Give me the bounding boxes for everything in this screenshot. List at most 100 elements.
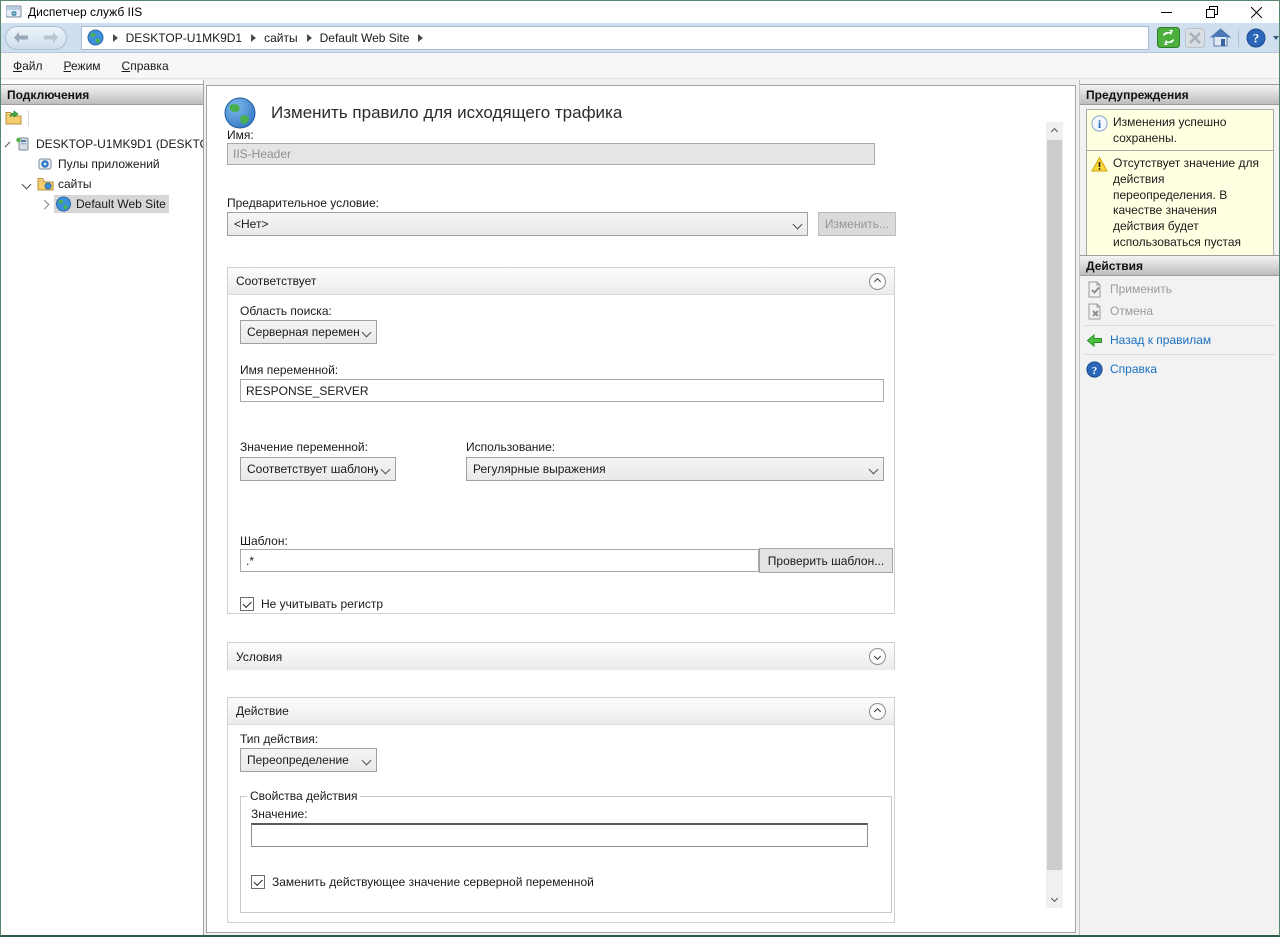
breadcrumb[interactable]: DESKTOP-U1MK9D1 сайты Default Web Site (81, 26, 1149, 50)
close-button[interactable] (1234, 1, 1279, 23)
iis-manager-window: Диспетчер служб IIS (0, 0, 1280, 937)
variable-value-label: Значение переменной: (240, 440, 368, 454)
breadcrumb-arrow[interactable] (251, 34, 256, 42)
variable-name-input[interactable] (240, 379, 884, 402)
scroll-up-button[interactable] (1046, 122, 1063, 138)
action-properties-group: Свойства действия Значение: Заменить дей… (240, 789, 892, 913)
variable-value-select[interactable]: Соответствует шаблону (240, 457, 396, 481)
ignore-case-label: Не учитывать регистр (261, 597, 383, 611)
action-help[interactable]: ? Справка (1080, 359, 1279, 379)
action-label[interactable]: Справка (1110, 362, 1157, 376)
title-bar: Диспетчер служб IIS (1, 1, 1279, 23)
tree-item-label[interactable]: DESKTOP-U1MK9D1 (DESKTOP (36, 137, 203, 151)
scope-select[interactable]: Серверная переменн (240, 320, 377, 344)
conditions-section-header[interactable]: Условия (228, 643, 894, 670)
action-properties-legend: Свойства действия (247, 789, 360, 803)
chevron-up-icon (1051, 128, 1058, 135)
action-type-select[interactable]: Переопределение (240, 748, 377, 772)
tree-item-label[interactable]: Пулы приложений (58, 157, 160, 171)
action-value-input[interactable] (251, 823, 868, 847)
main-content: Изменить правило для исходящего трафика … (206, 85, 1076, 933)
actions-header: Действия (1080, 255, 1279, 276)
action-section-header[interactable]: Действие (228, 698, 894, 725)
save-connections-icon[interactable] (5, 110, 22, 126)
breadcrumb-globe-icon (87, 29, 104, 46)
chevron-down-icon (381, 464, 391, 474)
address-bar: DESKTOP-U1MK9D1 сайты Default Web Site (1, 23, 1279, 53)
chevron-down-icon (793, 219, 803, 229)
page-title: Изменить правило для исходящего трафика (271, 103, 622, 123)
alert-text: Отсутствует значение для действия переоп… (1113, 156, 1269, 267)
forward-nav-icon[interactable] (43, 32, 59, 43)
alert-info: i Изменения успешно сохранены. (1086, 109, 1274, 153)
test-pattern-button[interactable]: Проверить шаблон... (759, 548, 893, 573)
replace-value-row[interactable]: Заменить действующее значение серверной … (251, 875, 594, 889)
using-select[interactable]: Регулярные выражения (466, 457, 884, 481)
warnings-header: Предупреждения (1080, 84, 1279, 105)
expand-button[interactable] (869, 648, 886, 665)
main-scrollbar[interactable] (1046, 122, 1063, 908)
ignore-case-checkbox[interactable] (240, 597, 254, 611)
breadcrumb-sites[interactable]: сайты (264, 31, 298, 45)
breadcrumb-arrow (113, 34, 118, 42)
chevron-down-icon (1051, 895, 1058, 902)
breadcrumb-server[interactable]: DESKTOP-U1MK9D1 (126, 31, 242, 45)
tree-item-sites[interactable]: сайты (1, 174, 203, 194)
collapse-button[interactable] (869, 703, 886, 720)
replace-value-label: Заменить действующее значение серверной … (272, 875, 594, 889)
help-icon: ? (1086, 361, 1103, 378)
breadcrumb-site[interactable]: Default Web Site (320, 31, 410, 45)
menu-view[interactable]: Режим (55, 55, 110, 77)
action-type-label: Тип действия: (240, 732, 318, 746)
restore-button[interactable] (1189, 1, 1234, 23)
replace-value-checkbox[interactable] (251, 875, 265, 889)
nav-buttons (5, 26, 67, 50)
menu-file[interactable]: Файл (4, 55, 52, 77)
right-panel: Предупреждения i Изменения успешно сохра… (1079, 80, 1279, 935)
using-label: Использование: (466, 440, 555, 454)
action-label: Отмена (1110, 304, 1153, 318)
info-icon: i (1091, 115, 1108, 132)
stop-icon (1185, 28, 1205, 48)
chevron-up-icon (874, 707, 881, 714)
menu-help[interactable]: Справка (113, 55, 178, 77)
chevron-up-icon (874, 277, 881, 284)
collapse-button[interactable] (869, 273, 886, 290)
site-globe-icon (55, 196, 72, 212)
edit-precondition-button[interactable]: Изменить... (818, 212, 896, 236)
home-icon[interactable] (1210, 28, 1231, 48)
tree-selection[interactable]: Default Web Site (54, 195, 169, 213)
tree-item-label[interactable]: сайты (58, 177, 92, 191)
variable-name-label: Имя переменной: (240, 363, 338, 377)
tree-item-label[interactable]: Default Web Site (76, 197, 166, 211)
breadcrumb-arrow[interactable] (418, 34, 423, 42)
scrollbar-thumb[interactable] (1047, 140, 1062, 870)
warning-icon (1091, 156, 1108, 173)
expander-icon[interactable] (22, 179, 32, 189)
app-pools-icon (37, 156, 54, 172)
ignore-case-row[interactable]: Не учитывать регистр (240, 597, 383, 611)
match-section-title: Соответствует (236, 274, 869, 288)
action-cancel: Отмена (1080, 301, 1279, 321)
scroll-down-button[interactable] (1046, 892, 1063, 908)
breadcrumb-arrow[interactable] (307, 34, 312, 42)
actions-list: Применить Отмена Назад к правилам (1080, 279, 1279, 381)
expander-icon[interactable] (5, 141, 11, 147)
tree-item-default-web-site[interactable]: Default Web Site (1, 194, 203, 214)
refresh-icon[interactable] (1157, 27, 1180, 48)
tree-item-app-pools[interactable]: Пулы приложений (1, 154, 203, 174)
action-back-to-rules[interactable]: Назад к правилам (1080, 330, 1279, 350)
precondition-select[interactable]: <Нет> (227, 212, 808, 236)
action-label[interactable]: Назад к правилам (1110, 333, 1211, 347)
action-label: Применить (1110, 282, 1172, 296)
pattern-input[interactable] (240, 549, 759, 572)
tree-item-server[interactable]: DESKTOP-U1MK9D1 (DESKTOP (1, 134, 203, 154)
match-section-header[interactable]: Соответствует (228, 268, 894, 295)
minimize-button[interactable] (1144, 1, 1189, 23)
connections-tree: DESKTOP-U1MK9D1 (DESKTOP Пулы приложений… (1, 134, 203, 214)
expander-icon[interactable] (40, 199, 50, 209)
help-icon[interactable]: ? (1246, 28, 1266, 48)
back-nav-icon[interactable] (13, 32, 29, 43)
actions-separator (1084, 354, 1275, 355)
help-dropdown-caret[interactable] (1273, 36, 1279, 40)
